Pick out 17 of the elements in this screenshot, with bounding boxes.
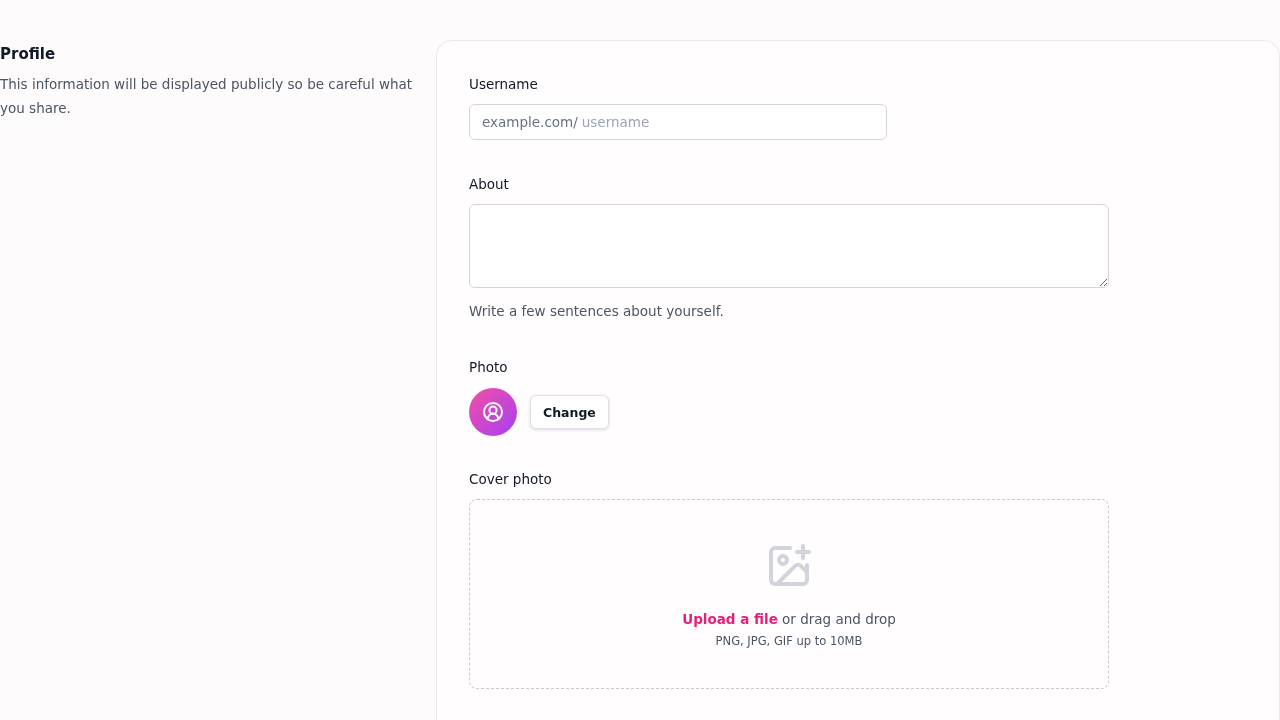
user-avatar-icon (469, 388, 517, 436)
upload-link[interactable]: Upload a file (682, 611, 778, 627)
field-hint: Write a few sentences about yourself. (469, 302, 724, 321)
field-label: Username (469, 75, 538, 94)
change-button[interactable]: Change (530, 395, 609, 429)
file-types-note: PNG, JPG, GIF up to 10MB (715, 633, 863, 649)
username-input[interactable]: username (577, 111, 874, 133)
username-field[interactable]: example.com/ username (469, 104, 887, 140)
section-description: This information will be displayed publicly so be careful what you share. (0, 75, 414, 118)
section-title: Profile (0, 44, 56, 64)
field-label: Cover photo (469, 470, 552, 489)
file-dropzone[interactable]: Upload a file or drag and drop PNG, JPG, GIF up to 10MB (469, 499, 1109, 689)
field-label: Photo (469, 358, 508, 377)
about-textarea[interactable] (469, 204, 1109, 288)
upload-instructions: Upload a file or drag and drop (682, 610, 896, 629)
field-label: About (469, 175, 509, 194)
url-prefix-text: example.com/ (482, 114, 578, 130)
